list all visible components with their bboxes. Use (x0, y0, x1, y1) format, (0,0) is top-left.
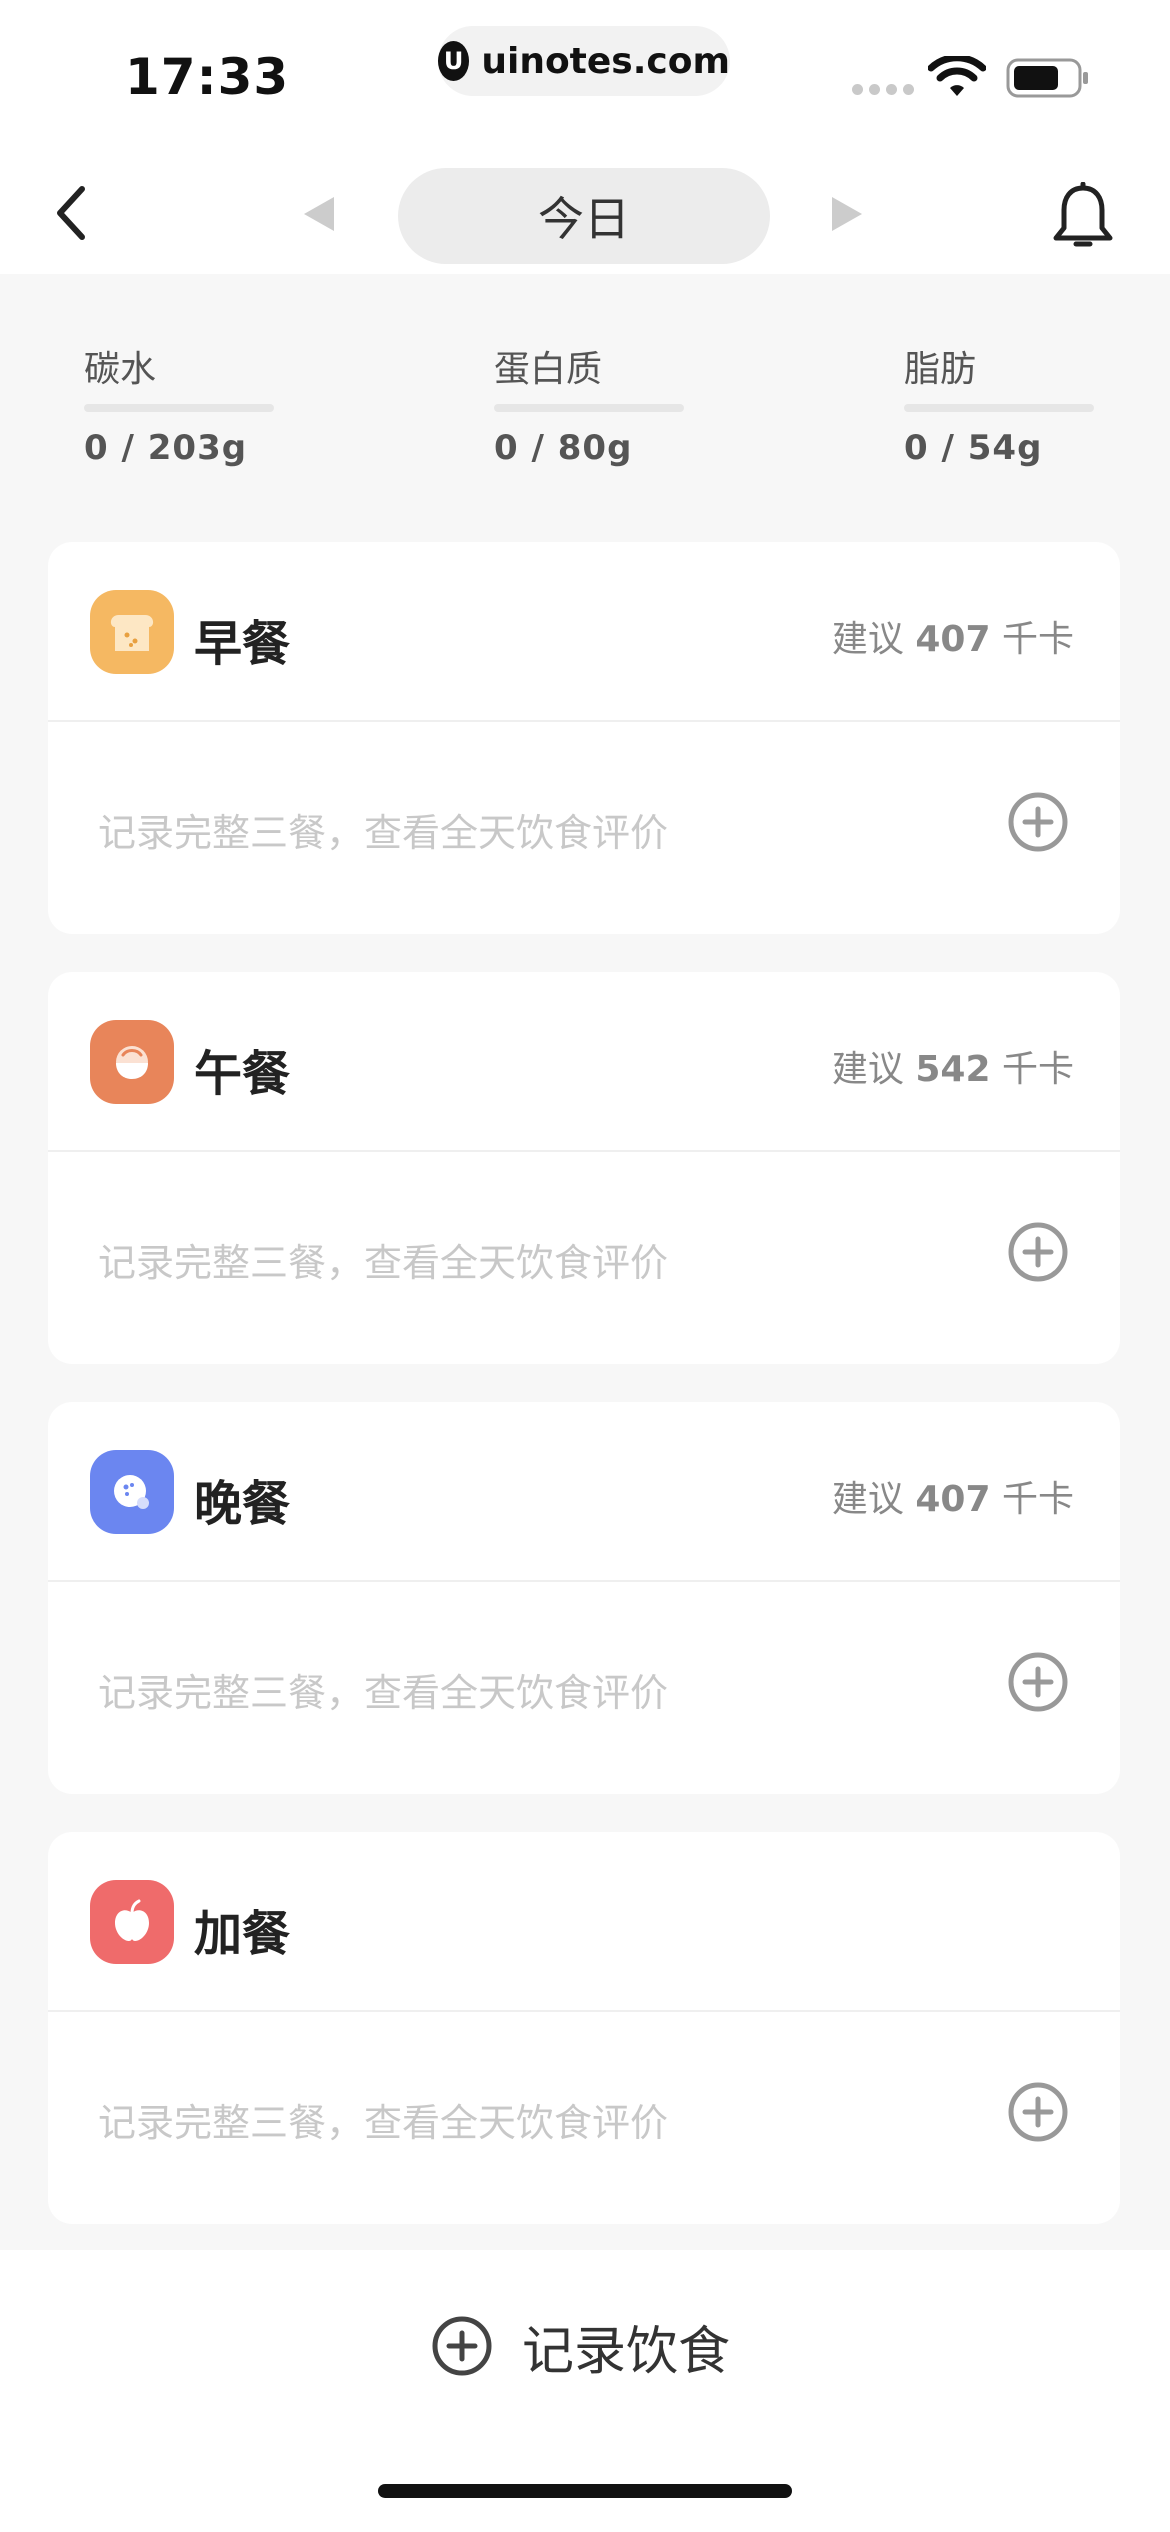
macro-label: 碳水 (84, 349, 157, 390)
add-circle-icon[interactable] (1006, 2080, 1070, 2144)
cellular-signal-icon (852, 84, 914, 95)
suggest-kcal: 407 (915, 1479, 991, 1520)
suggest-unit: 千卡 (1001, 619, 1074, 660)
meal-suggestion: 建议 407 千卡 (832, 1470, 1074, 1522)
macro-carbs: 碳水 0 / 203g (84, 340, 274, 468)
suggest-unit: 千卡 (1001, 1479, 1074, 1520)
meal-card-dinner: 晚餐 建议 407 千卡 记录完整三餐，查看全天饮食评价 (48, 1402, 1120, 1794)
apple-icon (90, 1880, 174, 1964)
date-selector[interactable]: 今日 (398, 168, 770, 264)
macro-value: 0 / 80g (494, 428, 633, 468)
meal-header: 加餐 (48, 1832, 1120, 2012)
meal-title: 晚餐 (194, 1476, 291, 1532)
macro-progress-bar (84, 404, 274, 412)
meal-title: 加餐 (194, 1906, 291, 1962)
macro-progress-bar (494, 404, 684, 412)
bread-icon (90, 590, 174, 674)
add-circle-icon[interactable] (1006, 1650, 1070, 1714)
meal-body[interactable]: 记录完整三餐，查看全天饮食评价 (48, 2012, 1120, 2224)
rice-bowl-icon (90, 1020, 174, 1104)
macro-label: 蛋白质 (494, 349, 603, 390)
url-pill[interactable]: U uinotes.com (438, 26, 730, 96)
meal-body[interactable]: 记录完整三餐，查看全天饮食评价 (48, 722, 1120, 934)
suggest-prefix: 建议 (831, 1479, 904, 1520)
back-arrow-icon[interactable] (52, 183, 92, 243)
meal-suggestion: 建议 542 千卡 (832, 1040, 1074, 1092)
meal-suggestion: 建议 407 千卡 (832, 610, 1074, 662)
macro-value: 0 / 54g (904, 428, 1043, 468)
battery-icon (1006, 58, 1088, 98)
meal-hint: 记录完整三餐，查看全天饮食评价 (98, 811, 669, 855)
add-circle-icon[interactable] (1006, 790, 1070, 854)
macro-summary: 碳水 0 / 203g 蛋白质 0 / 80g 脂肪 0 / 54g (0, 340, 1170, 480)
meal-header: 晚餐 建议 407 千卡 (48, 1402, 1120, 1582)
macro-value: 0 / 203g (84, 428, 248, 468)
suggest-kcal: 407 (915, 619, 991, 660)
meal-hint: 记录完整三餐，查看全天饮食评价 (98, 1671, 669, 1715)
suggest-prefix: 建议 (831, 1049, 904, 1090)
home-indicator[interactable] (378, 2484, 792, 2498)
meal-card-breakfast: 早餐 建议 407 千卡 记录完整三餐，查看全天饮食评价 (48, 542, 1120, 934)
record-food-button[interactable]: 记录饮食 (430, 2306, 730, 2386)
meal-body[interactable]: 记录完整三餐，查看全天饮食评价 (48, 1582, 1120, 1794)
previous-day-icon[interactable] (302, 195, 336, 233)
macro-progress-bar (904, 404, 1094, 412)
meal-card-snack: 加餐 记录完整三餐，查看全天饮食评价 (48, 1832, 1120, 2224)
status-time: 17:33 (125, 48, 290, 106)
macro-fat: 脂肪 0 / 54g (904, 340, 1094, 468)
bell-icon[interactable] (1050, 182, 1116, 252)
add-circle-icon[interactable] (1006, 1220, 1070, 1284)
meal-title: 早餐 (194, 616, 291, 672)
site-logo-icon: U (438, 41, 470, 81)
suggest-kcal: 542 (915, 1049, 991, 1090)
nav-bar: 今日 (0, 150, 1170, 274)
meal-hint: 记录完整三餐，查看全天饮食评价 (98, 2101, 669, 2145)
wifi-icon (928, 56, 986, 96)
bottom-bar: 记录饮食 (0, 2250, 1170, 2532)
meal-body[interactable]: 记录完整三餐，查看全天饮食评价 (48, 1152, 1120, 1364)
next-day-icon[interactable] (830, 195, 864, 233)
suggest-unit: 千卡 (1001, 1049, 1074, 1090)
macro-label: 脂肪 (904, 349, 977, 390)
url-text: uinotes.com (481, 40, 730, 82)
status-bar: 17:33 U uinotes.com (0, 0, 1170, 150)
meal-title: 午餐 (194, 1046, 291, 1102)
record-food-label: 记录饮食 (522, 2321, 731, 2382)
meal-hint: 记录完整三餐，查看全天饮食评价 (98, 1241, 669, 1285)
dinner-plate-icon (90, 1450, 174, 1534)
meal-card-lunch: 午餐 建议 542 千卡 记录完整三餐，查看全天饮食评价 (48, 972, 1120, 1364)
macro-protein: 蛋白质 0 / 80g (494, 340, 684, 468)
suggest-prefix: 建议 (831, 619, 904, 660)
meal-header: 早餐 建议 407 千卡 (48, 542, 1120, 722)
meal-header: 午餐 建议 542 千卡 (48, 972, 1120, 1152)
add-circle-icon (432, 2316, 492, 2376)
